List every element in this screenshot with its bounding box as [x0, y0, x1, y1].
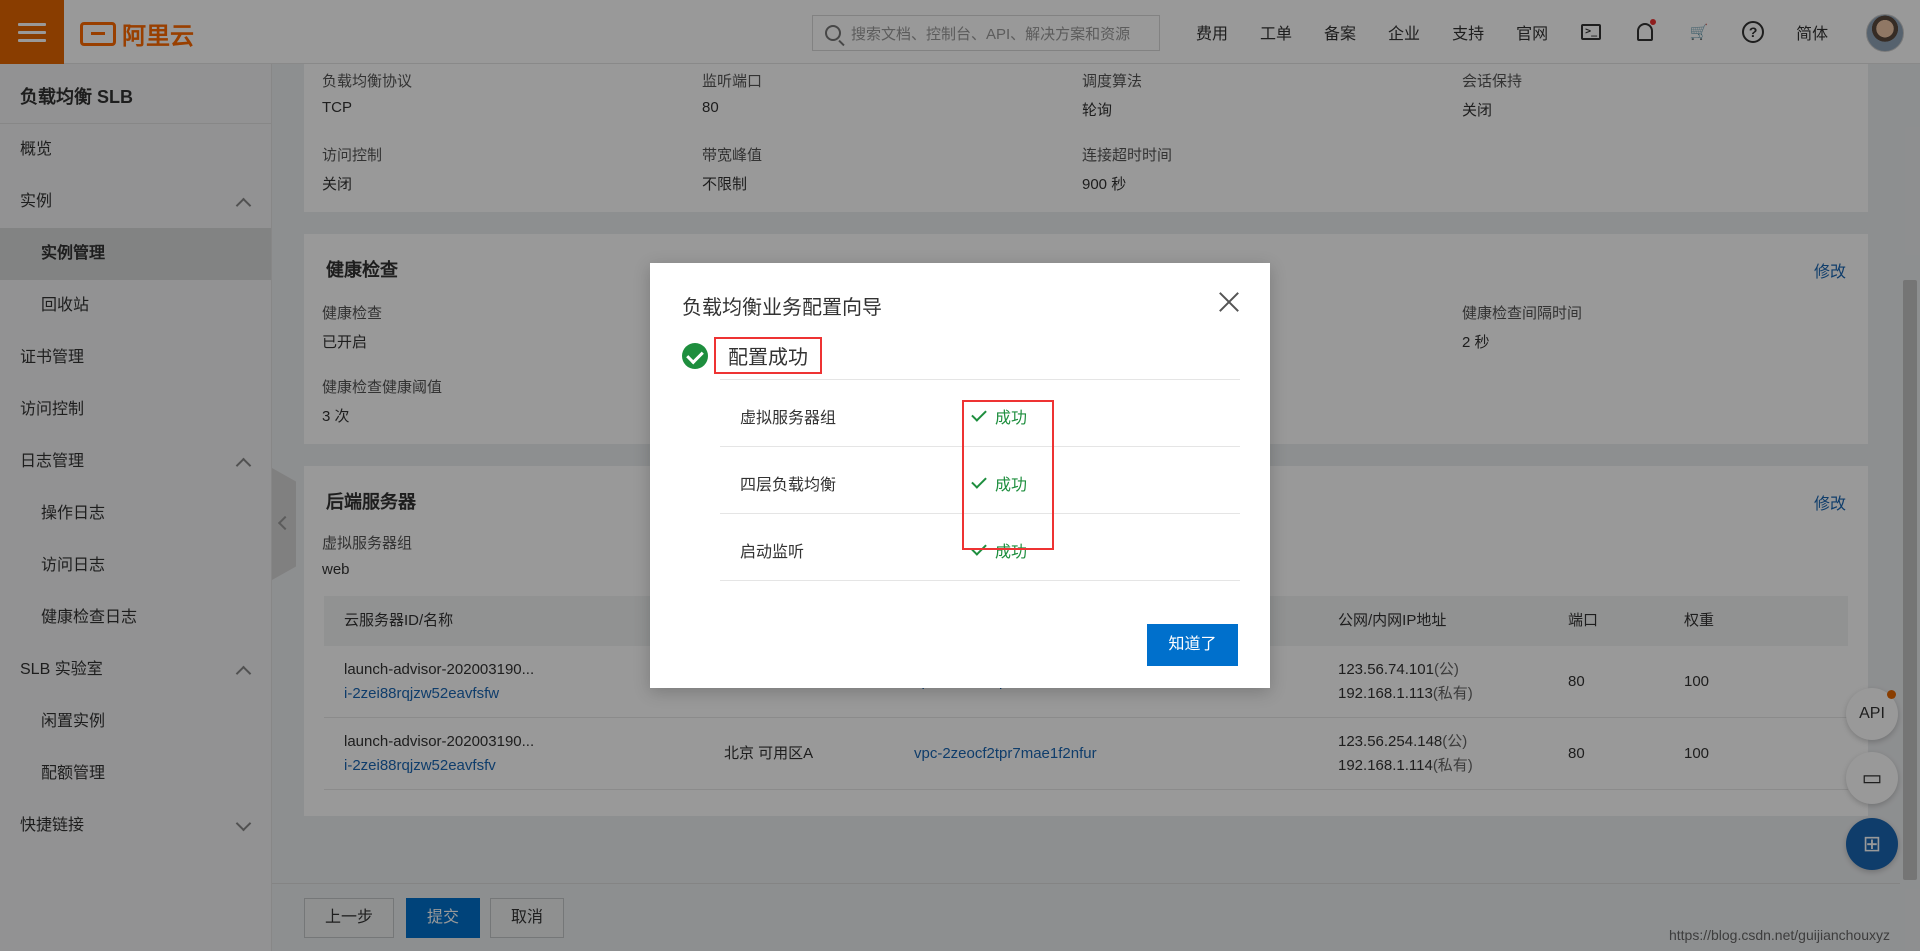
dialog-title: 负载均衡业务配置向导: [682, 297, 882, 319]
step-name: 四层负载均衡: [740, 477, 837, 494]
success-banner: 配置成功: [682, 337, 822, 374]
close-icon[interactable]: [1216, 289, 1242, 315]
success-label: 配置成功: [714, 337, 822, 374]
step-name: 虚拟服务器组: [740, 410, 837, 427]
config-wizard-dialog: 负载均衡业务配置向导 配置成功 虚拟服务器组 成功 四层负载均衡 成功 启动监听…: [650, 263, 1270, 688]
got-it-button[interactable]: 知道了: [1147, 624, 1238, 666]
check-circle-icon: [682, 342, 708, 369]
highlight-box: [962, 400, 1054, 550]
step-name: 启动监听: [740, 544, 805, 561]
